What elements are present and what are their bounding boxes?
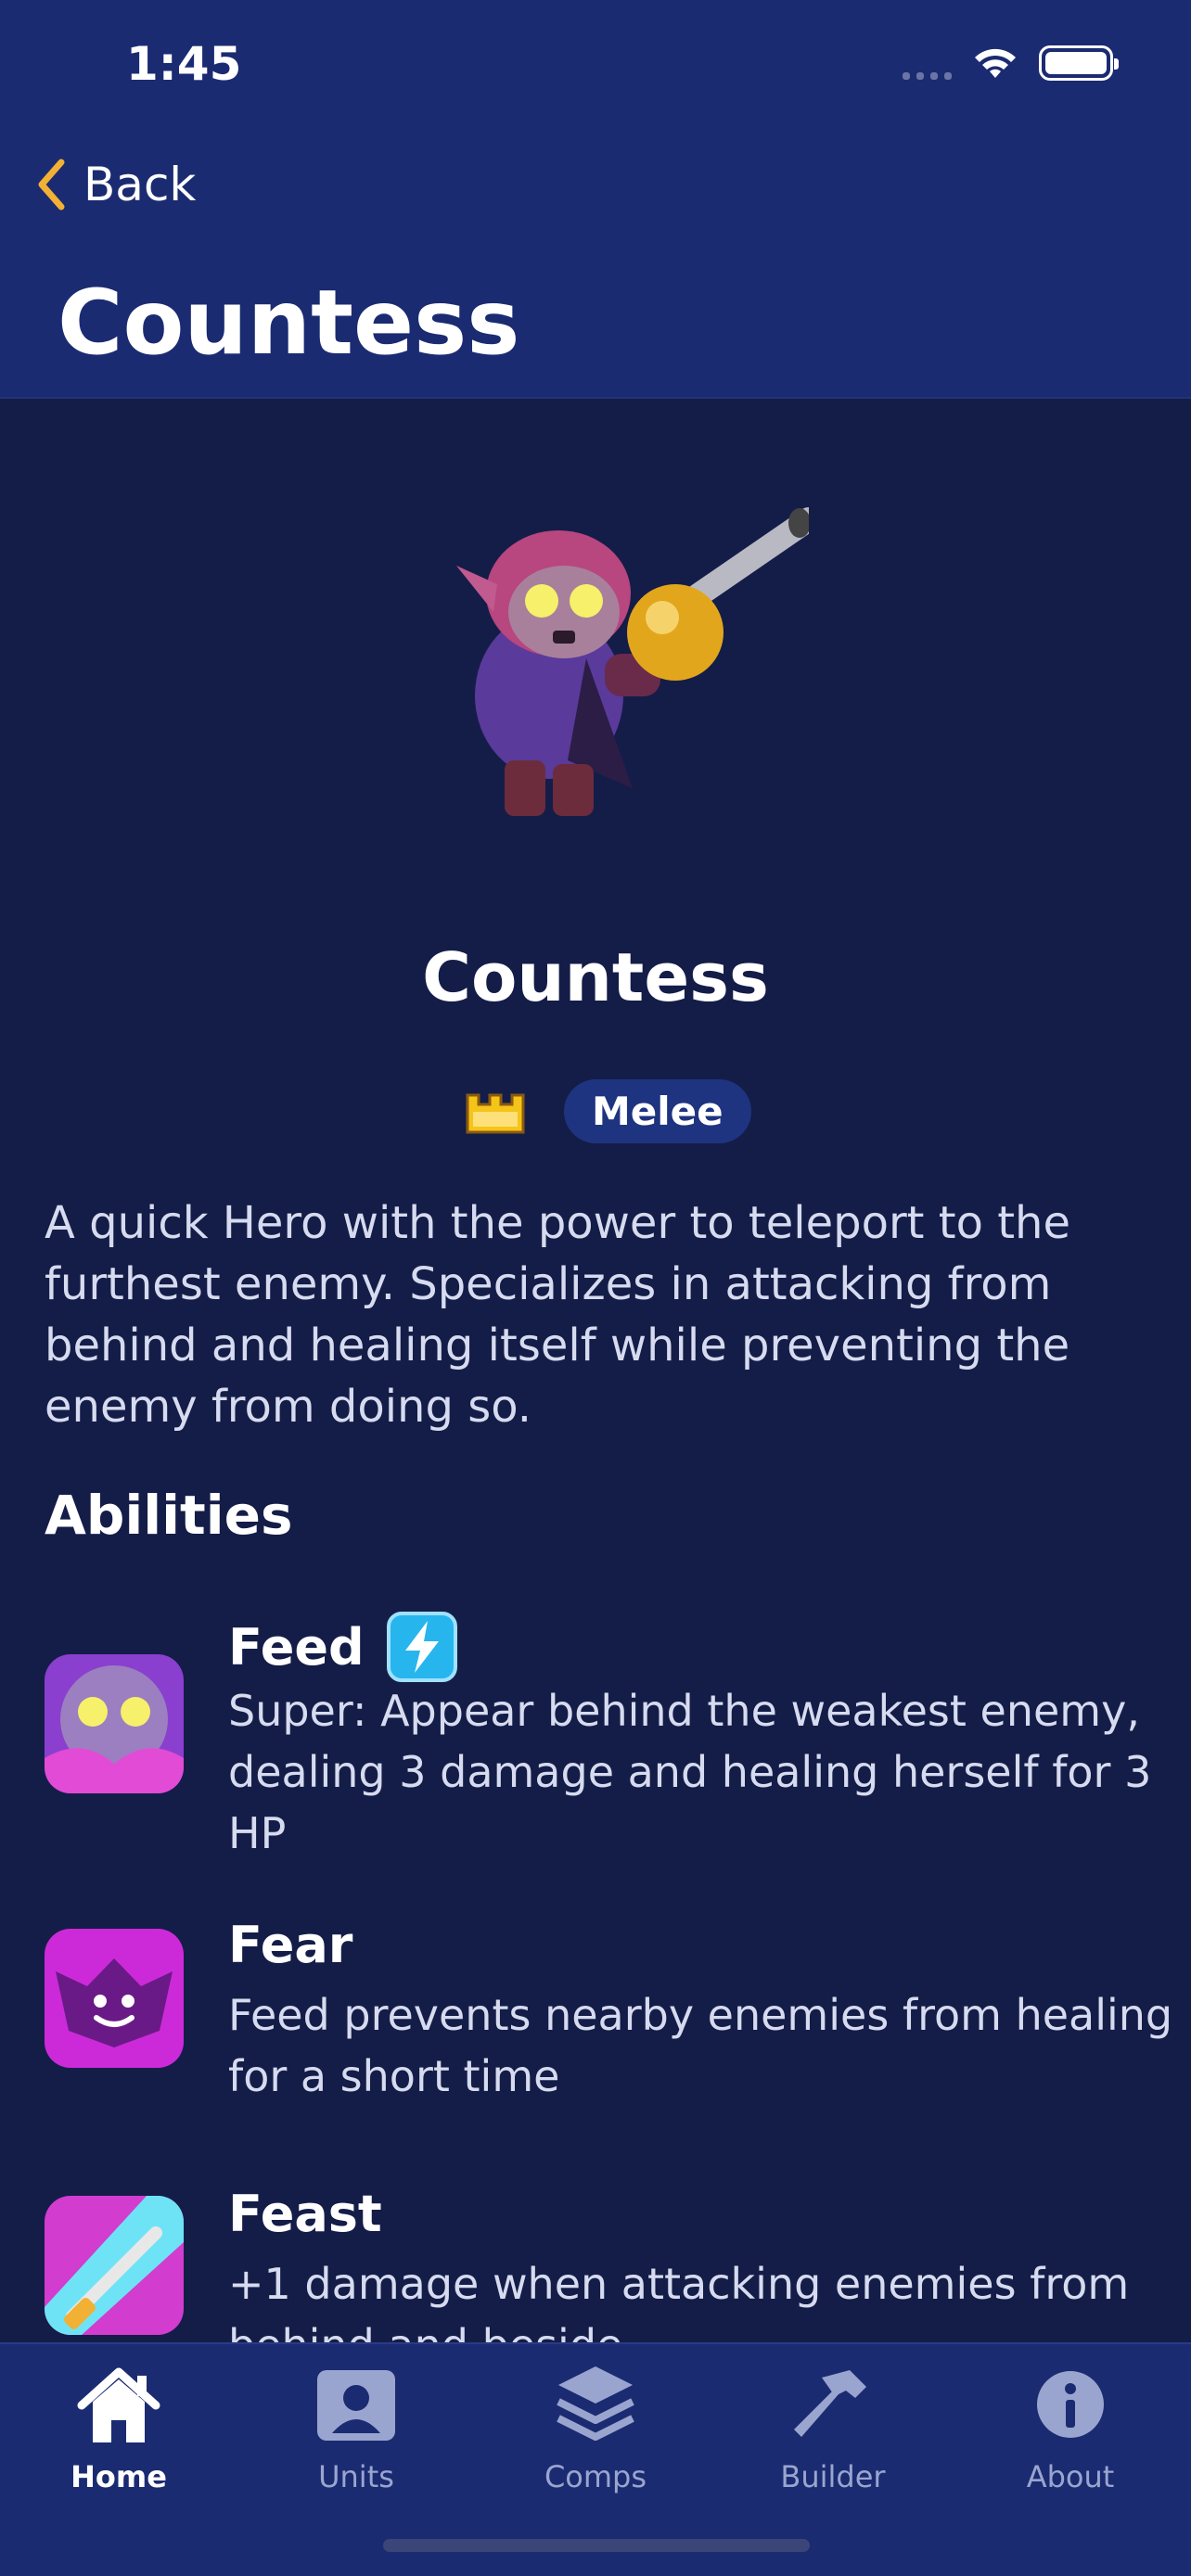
crown-icon xyxy=(466,1093,525,1133)
hammer-icon xyxy=(794,2370,866,2437)
hero-description: A quick Hero with the power to teleport … xyxy=(45,1197,1070,1433)
info-icon xyxy=(1037,2371,1104,2438)
ability-name: Feast xyxy=(228,2185,382,2243)
wifi-icon xyxy=(975,48,1016,78)
tab-units[interactable]: Units xyxy=(263,2363,449,2494)
status-icons xyxy=(903,45,1119,82)
ability-description: +1 damage when attacking enemies from be… xyxy=(228,2259,1130,2342)
feast-ability-icon xyxy=(45,2196,184,2335)
fear-ability-icon xyxy=(45,1929,184,2068)
hero-name: Countess xyxy=(422,938,769,1016)
battery-icon xyxy=(1039,45,1119,81)
tab-comps[interactable]: Comps xyxy=(503,2363,688,2494)
home-indicator xyxy=(383,2539,810,2552)
tab-label: Home xyxy=(70,2459,167,2494)
ability-description: Super: Appear behind the weakest enemy, … xyxy=(228,1686,1152,1858)
ability-name: Feed xyxy=(228,1617,365,1677)
lightning-bolt-icon xyxy=(386,1612,457,1682)
melee-tag: Melee xyxy=(564,1079,751,1143)
cellular-signal-icon xyxy=(903,46,952,80)
home-icon xyxy=(77,2367,160,2442)
tab-label: Units xyxy=(318,2459,394,2494)
layers-icon xyxy=(557,2366,634,2441)
tab-home[interactable]: Home xyxy=(26,2363,211,2494)
ability-name: Fear xyxy=(228,1916,353,1974)
ability-feast: Feast +1 damage when attacking enemies f… xyxy=(45,2185,1158,2342)
ability-description: Feed prevents nearby enemies from healin… xyxy=(228,1990,1173,2101)
header-bar: 1:45 Back Countess xyxy=(0,0,1191,399)
status-time: 1:45 xyxy=(126,37,242,91)
tab-builder[interactable]: Builder xyxy=(740,2363,926,2494)
tab-label: Comps xyxy=(544,2459,647,2494)
page-title: Countess xyxy=(58,271,520,375)
abilities-heading: Abilities xyxy=(45,1484,293,1547)
back-button[interactable]: Back xyxy=(35,158,196,211)
back-label: Back xyxy=(83,158,197,211)
feed-ability-icon xyxy=(45,1654,184,1793)
tab-label: About xyxy=(1026,2459,1115,2494)
hero-portrait xyxy=(456,507,809,816)
unit-card-icon xyxy=(317,2370,395,2441)
hero-tags: Melee xyxy=(464,1079,751,1143)
tab-about[interactable]: About xyxy=(978,2363,1163,2494)
chevron-left-icon xyxy=(38,159,65,210)
tab-label: Builder xyxy=(780,2459,886,2494)
